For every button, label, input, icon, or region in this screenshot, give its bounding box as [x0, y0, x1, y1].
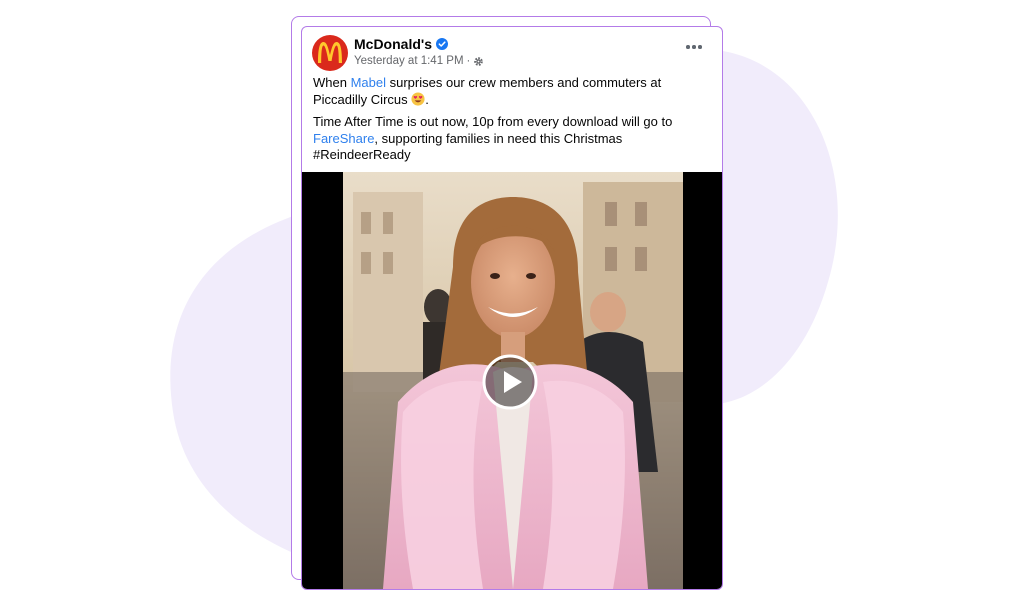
more-dot [698, 45, 702, 49]
post-paragraph-2: Time After Time is out now, 10p from eve… [313, 114, 713, 164]
gear-icon[interactable] [473, 56, 484, 67]
text-segment: When [313, 75, 351, 90]
post-header: McDonald's Yesterday at 1:41 PM · [302, 27, 722, 75]
more-dot [686, 45, 690, 49]
page-name-row: McDonald's [354, 36, 449, 52]
mcdonalds-logo[interactable] [312, 35, 348, 71]
facebook-post-card: McDonald's Yesterday at 1:41 PM · When M… [301, 26, 723, 590]
more-options-icon[interactable] [682, 37, 706, 57]
page-name[interactable]: McDonald's [354, 36, 432, 52]
heart-eyes-emoji [411, 91, 425, 106]
more-dot [692, 45, 696, 49]
play-icon[interactable] [482, 354, 538, 410]
verified-badge-icon [436, 38, 449, 50]
post-paragraph-1: When Mabel surprises our crew members an… [313, 75, 713, 108]
hashtag[interactable]: #ReindeerReady [313, 147, 411, 162]
post-timestamp[interactable]: Yesterday at 1:41 PM [354, 54, 464, 68]
text-segment: , supporting families in need this Chris… [374, 130, 623, 146]
text-segment: Time After Time is out now, 10p from eve… [313, 114, 673, 129]
text-segment: . [425, 91, 429, 107]
stage: McDonald's Yesterday at 1:41 PM · When M… [0, 0, 1024, 608]
mention-link[interactable]: Mabel [351, 75, 386, 90]
fareshare-link[interactable]: FareShare [313, 131, 374, 146]
post-text: When Mabel surprises our crew members an… [313, 75, 713, 170]
meta-separator: · [466, 55, 471, 67]
video-player[interactable] [302, 172, 722, 589]
post-meta: Yesterday at 1:41 PM · [354, 54, 484, 68]
